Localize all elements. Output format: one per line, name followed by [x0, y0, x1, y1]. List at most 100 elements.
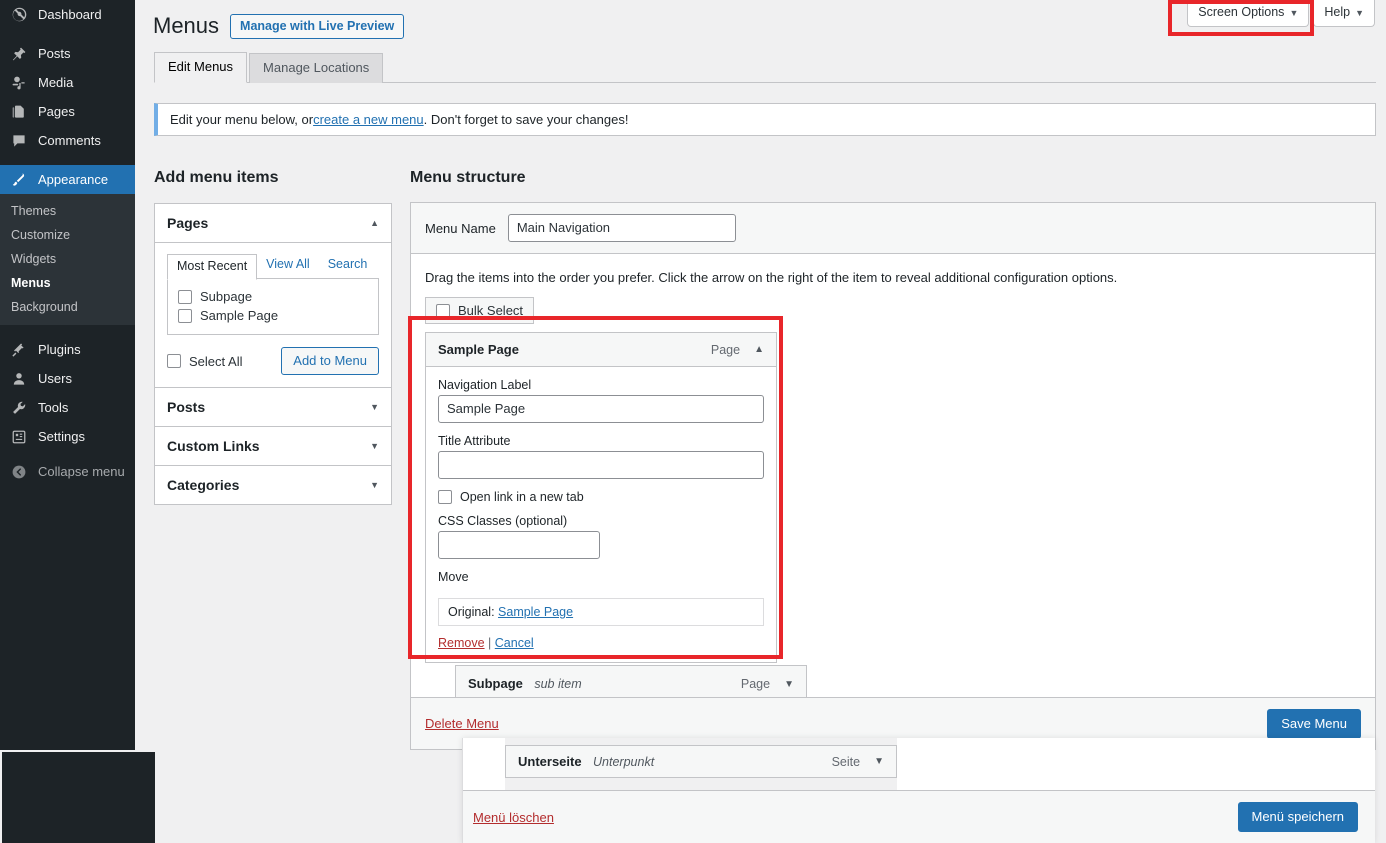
menu-item-subtitle: sub item: [534, 677, 581, 691]
comments-icon: [9, 131, 29, 151]
menu-name-input[interactable]: [508, 214, 736, 242]
menu-item-list: Sample Page Page ▲ Navigation Label Titl…: [411, 324, 1375, 663]
checkbox-sample-page[interactable]: [178, 309, 192, 323]
overlay-item-header-right: Seite ▼: [832, 755, 884, 769]
sidebar-item-collapse-menu[interactable]: Collapse menu: [0, 457, 135, 486]
accordion-label: Posts: [167, 399, 205, 415]
tab-edit-menus[interactable]: Edit Menus: [154, 52, 247, 83]
manage-with-live-preview-button[interactable]: Manage with Live Preview: [230, 14, 404, 39]
user-icon: [9, 369, 29, 389]
title-attribute-input[interactable]: [438, 451, 764, 479]
sidebar-item-tools[interactable]: Tools: [0, 393, 135, 422]
css-classes-input[interactable]: [438, 531, 600, 559]
page-title: Menus: [153, 13, 219, 39]
help-label: Help: [1324, 5, 1350, 19]
tab-search[interactable]: Search: [319, 253, 377, 279]
menu-item-header[interactable]: Sample Page Page ▲: [426, 333, 776, 367]
delete-menu-link[interactable]: Delete Menu: [425, 716, 499, 731]
chevron-down-icon[interactable]: ▼: [784, 679, 794, 690]
screenshot-root: Dashboard Posts Media Pages Commen: [0, 0, 1386, 843]
submenu-item-widgets[interactable]: Widgets: [0, 247, 135, 271]
save-menu-button[interactable]: Save Menu: [1267, 709, 1361, 739]
accordion-header-posts[interactable]: Posts ▼: [155, 388, 391, 427]
sidebar-item-settings[interactable]: Settings: [0, 422, 135, 451]
menu-name-row: Menu Name: [411, 203, 1375, 254]
overlay-save-menu-button[interactable]: Menü speichern: [1238, 802, 1359, 832]
tab-manage-locations[interactable]: Manage Locations: [249, 53, 383, 83]
submenu-item-background[interactable]: Background: [0, 295, 135, 319]
checkbox-bulk-select[interactable]: [436, 304, 450, 318]
sidebar-divider: [0, 29, 135, 39]
sidebar-divider: [0, 325, 135, 335]
menu-structure-heading: Menu structure: [410, 169, 526, 187]
sidebar-label: Pages: [38, 105, 75, 118]
original-label: Original:: [448, 605, 495, 619]
brush-icon: [9, 170, 29, 190]
open-new-tab-row[interactable]: Open link in a new tab: [438, 490, 764, 504]
checkbox-subpage[interactable]: [178, 290, 192, 304]
chevron-down-icon[interactable]: ▼: [874, 756, 884, 767]
chevron-down-icon: ▼: [1355, 8, 1364, 18]
page-header: Menus Manage with Live Preview: [153, 13, 404, 39]
menu-item-actions: Remove | Cancel: [438, 636, 764, 650]
add-to-menu-button[interactable]: Add to Menu: [281, 347, 379, 375]
chevron-down-icon: ▼: [370, 441, 379, 451]
title-attribute-label: Title Attribute: [438, 434, 764, 448]
accordion-header-pages[interactable]: Pages ▲: [155, 204, 391, 243]
original-link[interactable]: Sample Page: [498, 605, 573, 619]
select-all-row[interactable]: Select All: [167, 352, 242, 371]
menu-item-sample-page[interactable]: Sample Page Page ▲ Navigation Label Titl…: [425, 332, 777, 663]
overlay-menu-item-unterseite[interactable]: Unterseite Unterpunkt Seite ▼: [505, 745, 897, 778]
menu-name-label: Menu Name: [425, 221, 496, 236]
sidebar-item-plugins[interactable]: Plugins: [0, 335, 135, 364]
overlay-footer: Menü löschen Menü speichern: [463, 791, 1375, 843]
overlay-left-gutter: [463, 738, 505, 790]
overlay-right-gutter: [897, 738, 1375, 790]
list-item-label: Sample Page: [200, 308, 278, 323]
create-new-menu-link[interactable]: create a new menu: [313, 112, 424, 127]
accordion-label: Custom Links: [167, 438, 260, 454]
checkbox-open-new-tab[interactable]: [438, 490, 452, 504]
pages-tab-list: Most Recent View All Search: [167, 253, 379, 279]
sidebar-item-appearance[interactable]: Appearance: [0, 165, 135, 194]
tab-view-all[interactable]: View All: [257, 253, 319, 279]
submenu-item-customize[interactable]: Customize: [0, 223, 135, 247]
select-all-label: Select All: [189, 354, 242, 369]
cancel-link[interactable]: Cancel: [495, 636, 534, 650]
sidebar-item-dashboard[interactable]: Dashboard: [0, 0, 135, 29]
sidebar-label: Posts: [38, 47, 71, 60]
submenu-item-themes[interactable]: Themes: [0, 199, 135, 223]
sub-item-header-left: Subpage sub item: [468, 675, 582, 693]
checkbox-select-all[interactable]: [167, 354, 181, 368]
overlay-item-title: Unterseite: [518, 754, 582, 769]
open-new-tab-label: Open link in a new tab: [460, 490, 584, 504]
menu-item-title: Sample Page: [438, 342, 519, 357]
remove-link[interactable]: Remove: [438, 636, 485, 650]
submenu-item-menus[interactable]: Menus: [0, 271, 135, 295]
sidebar-item-media[interactable]: Media: [0, 68, 135, 97]
chevron-up-icon[interactable]: ▲: [754, 344, 764, 355]
pages-icon: [9, 102, 29, 122]
overlay-delete-menu-link[interactable]: Menü löschen: [473, 810, 554, 825]
tab-most-recent[interactable]: Most Recent: [167, 254, 257, 280]
sidebar-item-users[interactable]: Users: [0, 364, 135, 393]
screen-meta-links: Screen Options▼ Help ▼: [1183, 0, 1375, 27]
sidebar-item-posts[interactable]: Posts: [0, 39, 135, 68]
sidebar-label: Comments: [38, 134, 101, 147]
bulk-select-row: Bulk Select: [411, 285, 1375, 324]
add-menu-items-heading: Add menu items: [154, 169, 278, 187]
sidebar-label: Users: [38, 372, 72, 385]
sidebar-label: Dashboard: [38, 8, 102, 21]
accordion-header-custom-links[interactable]: Custom Links ▼: [155, 427, 391, 466]
list-item[interactable]: Sample Page: [178, 306, 368, 325]
list-item[interactable]: Subpage: [178, 287, 368, 306]
bulk-select-toggle[interactable]: Bulk Select: [425, 297, 534, 324]
sidebar-item-pages[interactable]: Pages: [0, 97, 135, 126]
help-button[interactable]: Help ▼: [1313, 0, 1375, 27]
accordion-header-categories[interactable]: Categories ▼: [155, 466, 391, 504]
screen-options-button[interactable]: Screen Options▼: [1187, 0, 1309, 27]
navigation-label-input[interactable]: [438, 395, 764, 423]
css-classes-label: CSS Classes (optional): [438, 514, 764, 528]
sidebar-item-comments[interactable]: Comments: [0, 126, 135, 155]
chevron-down-icon: ▼: [370, 480, 379, 490]
